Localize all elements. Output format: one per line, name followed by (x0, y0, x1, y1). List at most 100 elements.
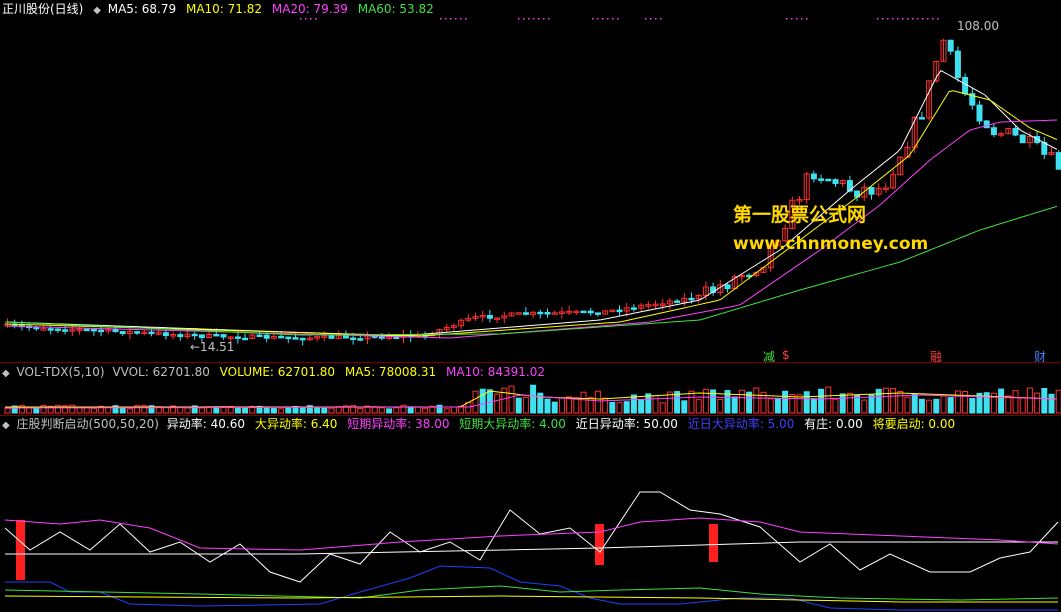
candle-body (947, 39, 954, 52)
candle-body (256, 334, 263, 338)
volume-bar (422, 407, 429, 414)
event-tag-dollar[interactable]: $ (782, 348, 790, 362)
volume-bar (4, 407, 11, 414)
volume-bar (897, 390, 904, 414)
indicator-chart[interactable] (0, 432, 1061, 612)
volume-bar (738, 389, 745, 414)
volume-bar (357, 408, 364, 414)
volume-bar (126, 408, 133, 414)
candle-body (134, 331, 141, 334)
volume-bar (522, 396, 529, 414)
short-anomaly-line (4, 517, 1059, 551)
indicator-title[interactable]: 庄股判断启动(500,50,20) (17, 417, 159, 431)
indicator-value: 短期异动率: 38.00 (347, 417, 450, 431)
candle-body (285, 336, 292, 340)
candle-body (292, 337, 299, 340)
candle-body (33, 326, 40, 330)
volume-bar (558, 397, 565, 414)
volume-bar (940, 395, 947, 414)
volume-chart[interactable] (0, 363, 1061, 415)
top-marker (791, 18, 793, 20)
volume-bar (1055, 389, 1061, 414)
top-marker (305, 18, 307, 20)
volume-bar (1012, 390, 1019, 414)
volume-bar (947, 397, 954, 414)
candle-body (962, 76, 969, 95)
volume-bar (839, 393, 846, 414)
volume-bar (926, 399, 933, 414)
top-marker (445, 18, 447, 20)
candle-body (688, 297, 695, 301)
watermark-en: www.chnmoney.com (733, 234, 929, 254)
volume-bar (436, 404, 443, 414)
top-marker (592, 18, 594, 20)
top-marker (912, 18, 914, 20)
top-marker (887, 18, 889, 20)
top-marker (892, 18, 894, 20)
candle-body (983, 120, 990, 129)
top-marker (607, 18, 609, 20)
top-marker (645, 18, 647, 20)
candle-body (98, 329, 105, 333)
candle-body (1041, 142, 1048, 155)
top-marker (660, 18, 662, 20)
volume-bar (652, 395, 659, 414)
volume-bar (414, 406, 421, 414)
candle-body (112, 328, 119, 333)
candle-body (342, 335, 349, 339)
top-marker (523, 18, 525, 20)
volume-bar (386, 408, 393, 414)
candle-body (918, 117, 925, 120)
volume-bar (1041, 387, 1048, 414)
top-marker (528, 18, 530, 20)
candle-body (119, 331, 126, 335)
top-marker (450, 18, 452, 20)
candle-body (54, 328, 61, 331)
price-chart[interactable] (0, 0, 1061, 362)
candle-body (357, 338, 364, 341)
top-marker (927, 18, 929, 20)
volume-bar (515, 397, 522, 414)
indicator-value: 将要启动: 0.00 (872, 417, 956, 431)
candle-body (62, 329, 69, 332)
volume-bar (263, 407, 270, 414)
candle-body (616, 309, 623, 313)
volume-bar (695, 399, 702, 414)
volume-bar (962, 390, 969, 414)
indicator-value: 大异动率: 6.40 (254, 417, 338, 431)
candle-body (242, 337, 249, 341)
volume-bar (868, 394, 875, 414)
top-marker (518, 18, 520, 20)
volume-bar (90, 407, 97, 414)
ma20-line (4, 119, 1058, 339)
volume-bar (810, 398, 817, 414)
candle-body (515, 312, 522, 315)
top-marker (597, 18, 599, 20)
top-marker (917, 18, 919, 20)
candle-body (393, 336, 400, 340)
volume-bar (890, 388, 897, 414)
volume-bar (659, 402, 666, 414)
candle-body (198, 334, 205, 338)
top-marker (300, 18, 302, 20)
top-marker (602, 18, 604, 20)
indicator-value: 短期大异动率: 4.00 (459, 417, 566, 431)
volume-bar (76, 407, 83, 414)
candle-body (724, 284, 731, 290)
candle-body (213, 333, 220, 337)
volume-bar (616, 402, 623, 414)
short-big-anomaly-line (4, 585, 1059, 601)
collapse-icon[interactable]: ◆ (2, 420, 10, 431)
top-marker (548, 18, 550, 20)
volume-bar (753, 387, 760, 414)
top-marker (922, 18, 924, 20)
volume-bar (911, 393, 918, 414)
volume-bar (407, 406, 414, 414)
volume-bar (609, 401, 616, 414)
volume-bar (1005, 395, 1012, 414)
candle-body (674, 300, 681, 303)
candle-body (299, 337, 306, 341)
candle-body (191, 333, 198, 337)
volume-bar (479, 388, 486, 414)
volume-bar (645, 393, 652, 414)
